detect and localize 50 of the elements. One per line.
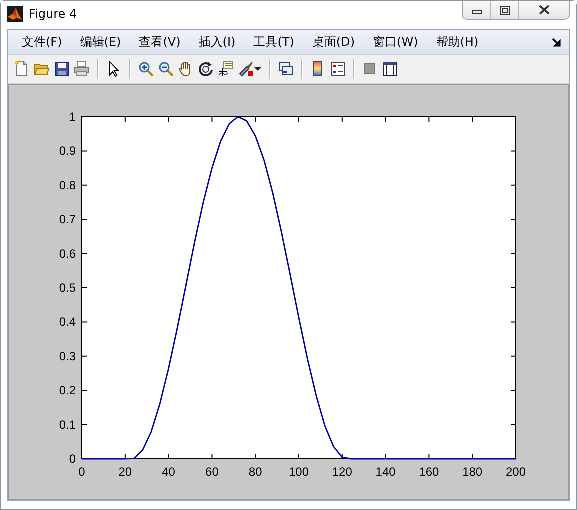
x-tick-label: 80 (248, 465, 262, 479)
y-tick-label: 0.9 (59, 144, 76, 158)
minimize-button[interactable] (463, 1, 491, 19)
x-tick-label: 140 (376, 465, 396, 479)
y-tick-label: 0.5 (59, 281, 76, 295)
new-file-icon (14, 61, 30, 77)
legend-icon (330, 61, 346, 77)
brush-icon (238, 61, 254, 77)
save-icon (54, 61, 70, 77)
square-icon (362, 61, 378, 77)
menu-item[interactable]: 桌面(D) (304, 32, 364, 52)
dock-arrow-icon[interactable] (552, 38, 561, 46)
menu-item[interactable]: 帮助(H) (428, 32, 487, 52)
y-tick-label: 0.4 (59, 315, 76, 330)
menu-item[interactable]: 查看(V) (131, 32, 189, 52)
x-tick-label: 20 (118, 465, 132, 479)
menu-item[interactable]: 工具(T) (246, 32, 302, 52)
app-logo-icon (7, 6, 23, 22)
y-tick-label: 0.3 (59, 349, 76, 364)
y-tick-label: 0.2 (59, 384, 76, 398)
printer-icon (74, 61, 90, 77)
data-cursor-icon (218, 61, 234, 77)
x-tick-label: 200 (506, 465, 526, 479)
y-tick-label: 0 (69, 452, 76, 466)
x-tick-label: 60 (206, 465, 219, 479)
x-tick-label: 0 (78, 465, 86, 479)
x-tick-label: 160 (419, 465, 440, 479)
menu-item[interactable]: 窗口(W) (365, 32, 426, 52)
linked-plot-icon (278, 61, 294, 77)
x-tick-label: 100 (288, 465, 310, 479)
x-tick-label: 180 (462, 465, 483, 479)
y-tick-label: 1 (69, 110, 76, 124)
menu-item[interactable]: 编辑(E) (72, 32, 130, 52)
menu-item[interactable]: 插入(I) (190, 32, 244, 52)
menu-item[interactable]: 文件(F) (14, 32, 70, 52)
plot-tools-icon (382, 61, 398, 77)
maximize-button[interactable] (491, 1, 519, 19)
maximize-icon (500, 6, 510, 14)
zoom-out-icon (158, 61, 174, 77)
x-tick-label: 120 (332, 465, 352, 479)
y-tick-label: 0.7 (59, 212, 76, 227)
close-icon (538, 5, 550, 15)
close-button[interactable] (519, 1, 569, 19)
y-tick-label: 0.6 (59, 246, 76, 261)
rotate-icon (198, 61, 214, 77)
y-tick-label: 0.1 (59, 418, 76, 432)
x-tick-label: 40 (162, 465, 176, 479)
window-title: Figure 4 (29, 7, 78, 21)
zoom-in-icon (138, 61, 154, 77)
y-tick-label: 0.8 (59, 178, 76, 192)
